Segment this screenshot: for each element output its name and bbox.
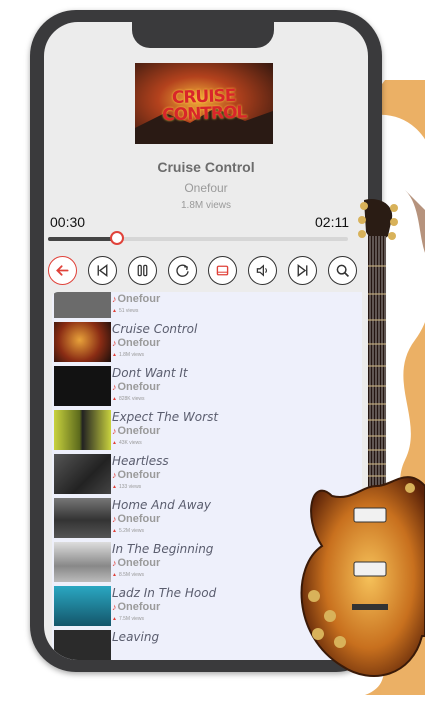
track-views: ▲ 1.8M views — [112, 352, 144, 358]
volume-button[interactable] — [248, 256, 277, 285]
repeat-icon — [176, 264, 189, 277]
previous-button[interactable] — [88, 256, 117, 285]
phone-notch — [132, 22, 274, 48]
music-note-icon: ♪ — [112, 294, 117, 304]
playlist-icon — [216, 265, 229, 276]
track-views: ▲ 43K views — [112, 440, 142, 446]
view-icon: ▲ — [112, 528, 117, 534]
track-artist: ♪Onefour — [112, 425, 161, 437]
volume-icon — [256, 264, 268, 277]
music-note-icon: ♪ — [112, 426, 117, 436]
back-button[interactable] — [48, 256, 77, 285]
previous-icon — [97, 264, 108, 277]
music-note-icon: ♪ — [112, 382, 117, 392]
track-views: ▲ 133 views — [112, 484, 142, 490]
music-note-icon: ♪ — [112, 514, 117, 524]
song-artist: Onefour — [184, 181, 228, 195]
track-title: Heartless — [112, 454, 169, 468]
track-views: ▲ 5.2M views — [112, 528, 144, 534]
guitar-illustration — [300, 198, 425, 677]
music-note-icon: ♪ — [112, 470, 117, 480]
view-icon: ▲ — [112, 572, 117, 578]
track-artist: ♪Onefour — [112, 469, 161, 481]
track-title: Cruise Control — [112, 322, 198, 336]
track-thumbnail — [54, 630, 111, 660]
track-artist: ♪Onefour — [112, 337, 161, 349]
track-artist: ♪Onefour — [112, 381, 161, 393]
track-thumbnail — [54, 322, 111, 362]
track-artist: ♪Onefour — [112, 513, 161, 525]
track-thumbnail — [54, 366, 111, 406]
track-artist: ♪Onefour — [112, 557, 161, 569]
view-icon: ▲ — [112, 352, 117, 358]
view-icon: ▲ — [112, 616, 117, 622]
track-title: Expect The Worst — [112, 410, 219, 424]
track-views: ▲ 8.5M views — [112, 572, 144, 578]
track-thumbnail — [54, 292, 111, 318]
track-thumbnail — [54, 586, 111, 626]
back-icon — [56, 265, 69, 276]
track-title: Ladz In The Hood — [112, 586, 217, 600]
track-thumbnail — [54, 410, 111, 450]
track-title: Leaving — [112, 630, 160, 644]
pause-icon — [137, 264, 148, 277]
view-icon: ▲ — [112, 308, 117, 314]
track-artist: ♪Onefour — [112, 601, 161, 613]
track-title: Dont Want It — [112, 366, 188, 380]
song-title: Cruise Control — [157, 159, 255, 175]
view-icon: ▲ — [112, 484, 117, 490]
track-thumbnail — [54, 454, 111, 494]
track-views: ▲ 7.5M views — [112, 616, 144, 622]
cover-title: CRUISE CONTROL — [161, 85, 247, 126]
elapsed-time: 00:30 — [50, 214, 86, 230]
view-icon: ▲ — [112, 396, 117, 402]
music-note-icon: ♪ — [112, 602, 117, 612]
track-title: Home And Away — [112, 498, 211, 512]
music-note-icon: ♪ — [112, 558, 117, 568]
seek-progress — [48, 237, 117, 241]
pause-button[interactable] — [128, 256, 157, 285]
music-note-icon: ♪ — [112, 338, 117, 348]
track-views: ▲ 828K views — [112, 396, 145, 402]
album-cover: CRUISE CONTROL — [135, 63, 273, 144]
track-views: ▲ 51 views — [112, 308, 139, 314]
track-thumbnail — [54, 498, 111, 538]
seek-handle[interactable] — [110, 231, 124, 245]
view-icon: ▲ — [112, 440, 117, 446]
track-thumbnail — [54, 542, 111, 582]
track-title: In The Beginning — [112, 542, 214, 556]
repeat-button[interactable] — [168, 256, 197, 285]
playlist-button[interactable] — [208, 256, 237, 285]
track-artist: ♪Onefour — [112, 293, 161, 305]
